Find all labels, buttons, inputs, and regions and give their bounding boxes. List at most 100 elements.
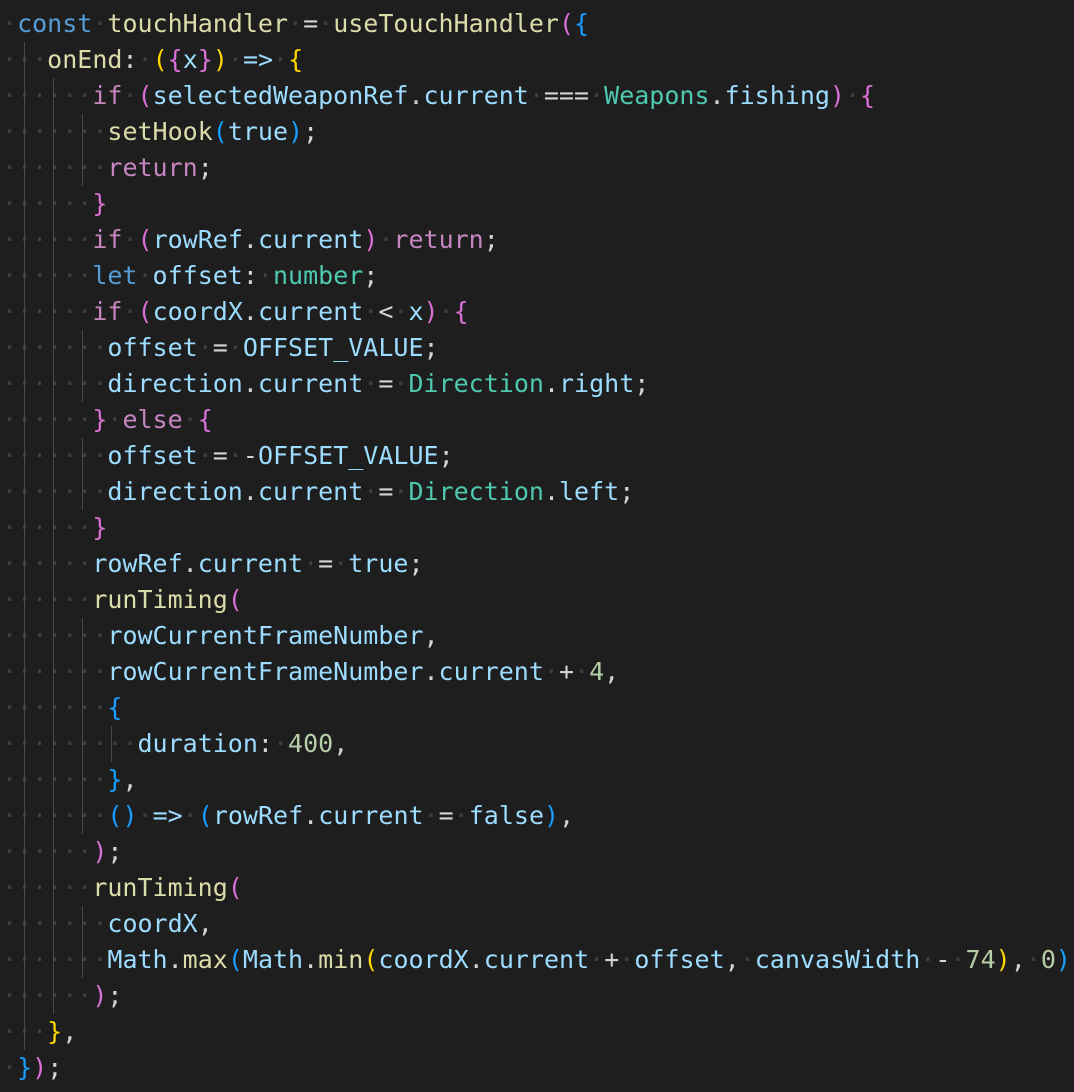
code-line[interactable]: ······if·(coordX.current·<·x)·{ xyxy=(0,294,1074,330)
whitespace-dot: · xyxy=(107,405,123,434)
code-line[interactable]: ·······direction.current·=·Direction.rig… xyxy=(0,366,1074,402)
code-token: ; xyxy=(483,225,499,254)
code-line[interactable]: ······let·offset:·number; xyxy=(0,258,1074,294)
code-token: ) xyxy=(92,981,108,1010)
code-token: offset xyxy=(634,945,725,974)
code-token: { xyxy=(453,297,469,326)
whitespace-dot: · xyxy=(844,81,861,110)
code-editor-viewport[interactable]: ·const·touchHandler·=·useTouchHandler({·… xyxy=(0,0,1074,1092)
code-line[interactable]: ···}, xyxy=(0,1014,1074,1050)
whitespace-dot: · xyxy=(32,45,48,74)
code-token: . xyxy=(709,81,725,110)
code-token: : xyxy=(257,729,273,758)
code-token: ( xyxy=(137,297,153,326)
code-line[interactable]: ···onEnd:·({x})·=>·{ xyxy=(0,42,1074,78)
code-token: coordX xyxy=(152,297,243,326)
whitespace-dot: ·· xyxy=(62,117,93,146)
code-token: . xyxy=(423,657,439,686)
code-line[interactable]: ······); xyxy=(0,834,1074,870)
whitespace-dot: ·· xyxy=(32,549,63,578)
code-line[interactable]: ·······Math.max(Math.min(coordX.current·… xyxy=(0,942,1074,978)
code-line[interactable]: ······}·else·{ xyxy=(0,402,1074,438)
whitespace-dot: ·· xyxy=(32,333,63,362)
code-token: Weapons xyxy=(604,81,710,110)
code-token: true xyxy=(227,117,289,146)
code-token: , xyxy=(423,621,439,650)
code-line[interactable]: ·······rowCurrentFrameNumber, xyxy=(0,618,1074,654)
code-line[interactable]: ······if·(rowRef.current)·return; xyxy=(0,222,1074,258)
whitespace-dot: ·· xyxy=(32,909,63,938)
code-token: coordX xyxy=(107,909,198,938)
code-token: left xyxy=(559,477,620,506)
code-line[interactable]: ······runTiming( xyxy=(0,870,1074,906)
code-token: + xyxy=(558,657,575,686)
code-content[interactable]: ·const·touchHandler·=·useTouchHandler({·… xyxy=(0,6,1074,1086)
whitespace-dot: · xyxy=(574,657,590,686)
code-line[interactable]: ·······return; xyxy=(0,150,1074,186)
whitespace-dot: · xyxy=(333,549,349,578)
whitespace-dot: ·· xyxy=(62,981,93,1010)
whitespace-dot: ·· xyxy=(2,837,33,866)
whitespace-dot: · xyxy=(1025,945,1041,974)
code-token: - xyxy=(242,441,258,470)
code-line[interactable]: ·······()·=>·(rowRef.current·=·false), xyxy=(0,798,1074,834)
code-line[interactable]: ······runTiming( xyxy=(0,582,1074,618)
code-token: } xyxy=(92,513,108,542)
code-token: . xyxy=(242,369,258,398)
whitespace-dot: · xyxy=(92,117,108,146)
code-token: 4 xyxy=(589,657,605,686)
whitespace-dot: ·· xyxy=(2,333,33,362)
code-token: ) xyxy=(288,117,304,146)
whitespace-dot: · xyxy=(197,333,213,362)
whitespace-dot: · xyxy=(122,225,138,254)
whitespace-dot: ·· xyxy=(62,297,93,326)
whitespace-dot: · xyxy=(227,441,243,470)
whitespace-dot: ·· xyxy=(62,441,93,470)
code-token: ( xyxy=(152,45,168,74)
code-token: ; xyxy=(408,549,424,578)
whitespace-dot: · xyxy=(318,9,334,38)
whitespace-dot: ·· xyxy=(62,261,93,290)
whitespace-dot: ·· xyxy=(62,405,93,434)
code-line[interactable]: ······if·(selectedWeaponRef.current·===·… xyxy=(0,78,1074,114)
code-line[interactable]: ·······offset·=·-OFFSET_VALUE; xyxy=(0,438,1074,474)
code-token: , xyxy=(122,765,138,794)
code-line[interactable]: ·······coordX, xyxy=(0,906,1074,942)
code-token: } xyxy=(197,45,213,74)
whitespace-dot: ·· xyxy=(2,45,33,74)
code-token: useTouchHandler xyxy=(333,9,559,38)
code-line[interactable]: ·······direction.current·=·Direction.lef… xyxy=(0,474,1074,510)
code-token: . xyxy=(543,477,559,506)
whitespace-dot: ·· xyxy=(2,297,33,326)
code-token: = xyxy=(378,477,394,506)
code-token: current xyxy=(257,477,364,506)
whitespace-dot: ·· xyxy=(62,909,93,938)
whitespace-dot: ·· xyxy=(2,765,33,794)
code-line[interactable]: ······rowRef.current·=·true; xyxy=(0,546,1074,582)
whitespace-dot: · xyxy=(423,801,439,830)
whitespace-dot: · xyxy=(92,945,108,974)
code-token: + xyxy=(604,945,620,974)
code-token: Direction xyxy=(408,477,544,506)
code-line[interactable]: ·}); xyxy=(0,1050,1074,1086)
whitespace-dot: · xyxy=(137,45,153,74)
whitespace-dot: ·· xyxy=(62,153,93,182)
code-token: , xyxy=(724,945,740,974)
code-token: . xyxy=(242,225,258,254)
code-line[interactable]: ······} xyxy=(0,510,1074,546)
code-line[interactable]: ·······}, xyxy=(0,762,1074,798)
code-line[interactable]: ·········duration:·400, xyxy=(0,726,1074,762)
whitespace-dot: ·· xyxy=(2,477,33,506)
code-line[interactable]: ······} xyxy=(0,186,1074,222)
code-token: current xyxy=(483,945,590,974)
code-token: , xyxy=(1010,945,1026,974)
whitespace-dot: · xyxy=(438,297,454,326)
code-line[interactable]: ······); xyxy=(0,978,1074,1014)
code-line[interactable]: ·······{ xyxy=(0,690,1074,726)
code-line[interactable]: ·······rowCurrentFrameNumber.current·+·4… xyxy=(0,654,1074,690)
code-line[interactable]: ·······setHook(true); xyxy=(0,114,1074,150)
code-line[interactable]: ·const·touchHandler·=·useTouchHandler({ xyxy=(0,6,1074,42)
code-token: direction xyxy=(107,369,243,398)
code-line[interactable]: ·······offset·=·OFFSET_VALUE; xyxy=(0,330,1074,366)
whitespace-dot: ·· xyxy=(2,261,33,290)
